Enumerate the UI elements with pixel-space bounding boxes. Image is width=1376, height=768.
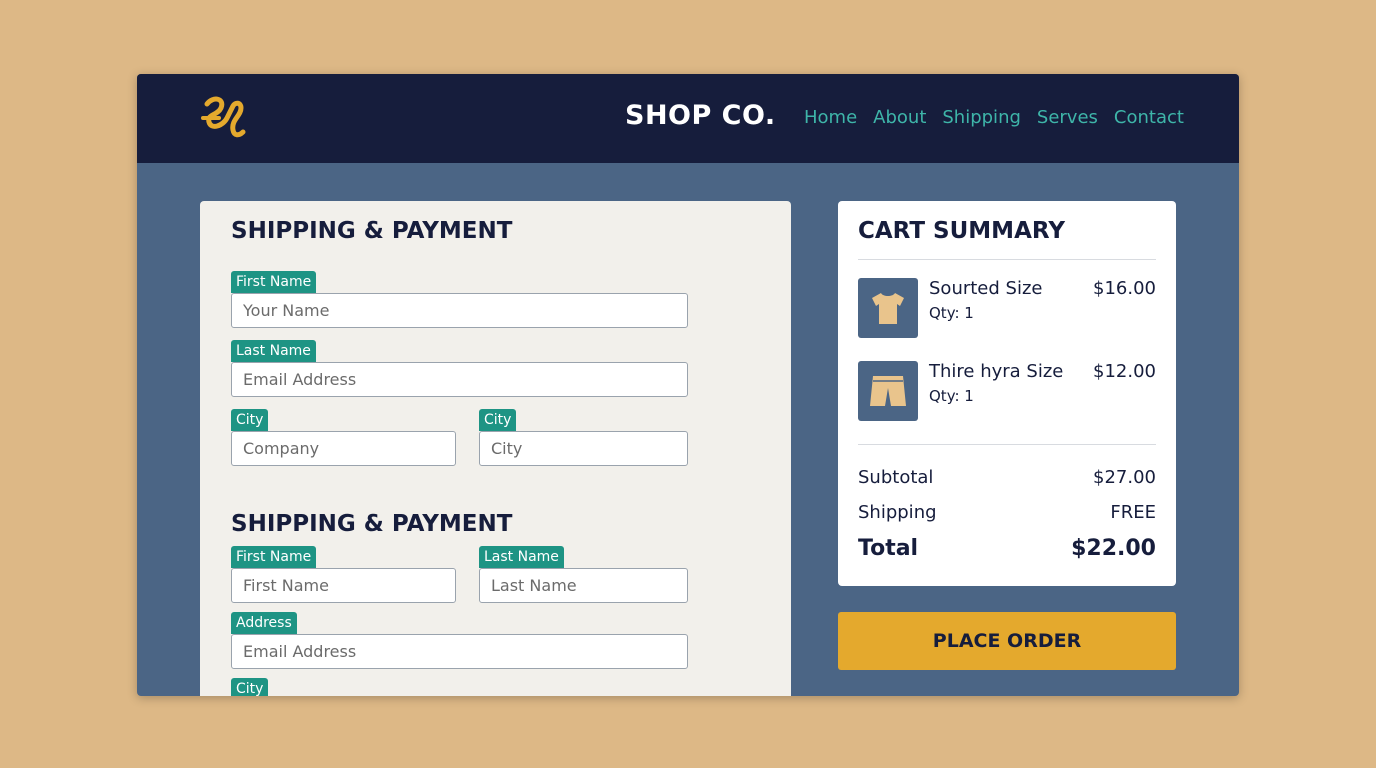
- cart-item-name: Sourted Size: [929, 278, 1043, 299]
- cart-item-qty: Qty: 1: [929, 304, 974, 322]
- cart-item-qty-2: Qty: 1: [929, 387, 974, 405]
- cart-summary-panel: CART SUMMARY Sourted Size Qty: 1 $16.00 …: [838, 201, 1176, 586]
- total-label: Total: [858, 536, 919, 561]
- divider-2: [858, 444, 1156, 445]
- shorts-icon: [858, 361, 918, 421]
- first-name-label-2: First Name: [231, 546, 317, 568]
- main-nav: Home About Shipping Serves Contact: [804, 107, 1184, 128]
- address-label: Address: [231, 612, 297, 634]
- divider: [858, 259, 1156, 260]
- last-name-input-2[interactable]: [479, 568, 688, 603]
- shipping-label: Shipping: [858, 502, 937, 523]
- city-input[interactable]: [479, 431, 688, 466]
- company-input[interactable]: [231, 431, 456, 466]
- nav-contact[interactable]: Contact: [1114, 107, 1184, 128]
- first-name-input[interactable]: [231, 293, 688, 328]
- first-name-input-2[interactable]: [231, 568, 456, 603]
- nav-home[interactable]: Home: [804, 107, 857, 128]
- monogram-logo-icon[interactable]: [197, 92, 249, 144]
- cart-title: CART SUMMARY: [858, 218, 1065, 244]
- last-name-input[interactable]: [231, 362, 688, 397]
- header-bar: SHOP CO. Home About Shipping Serves Cont…: [137, 74, 1239, 163]
- first-name-label: First Name: [231, 271, 317, 293]
- city-label-3: City: [231, 678, 269, 696]
- subtotal-value: $27.00: [1093, 467, 1156, 488]
- section-title-2: SHIPPING & PAYMENT: [231, 511, 513, 537]
- place-order-button[interactable]: PLACE ORDER: [838, 612, 1176, 670]
- total-value: $22.00: [1071, 536, 1156, 561]
- cart-item-price-2: $12.00: [1093, 361, 1156, 382]
- address-input[interactable]: [231, 634, 688, 669]
- nav-shipping[interactable]: Shipping: [942, 107, 1021, 128]
- brand-name: SHOP CO.: [625, 100, 776, 131]
- cart-item-name-2: Thire hyra Size: [929, 361, 1064, 382]
- cart-item-price: $16.00: [1093, 278, 1156, 299]
- shipping-value: FREE: [1110, 502, 1156, 523]
- nav-serves[interactable]: Serves: [1037, 107, 1098, 128]
- checkout-window: SHOP CO. Home About Shipping Serves Cont…: [137, 74, 1239, 696]
- nav-about[interactable]: About: [873, 107, 926, 128]
- tshirt-icon: [858, 278, 918, 338]
- city-label: City: [231, 409, 269, 431]
- subtotal-label: Subtotal: [858, 467, 934, 488]
- section-title: SHIPPING & PAYMENT: [231, 218, 513, 244]
- last-name-label: Last Name: [231, 340, 316, 362]
- city-label-2: City: [479, 409, 517, 431]
- shipping-form-panel: SHIPPING & PAYMENT First Name Last Name …: [200, 201, 791, 696]
- last-name-label-2: Last Name: [479, 546, 564, 568]
